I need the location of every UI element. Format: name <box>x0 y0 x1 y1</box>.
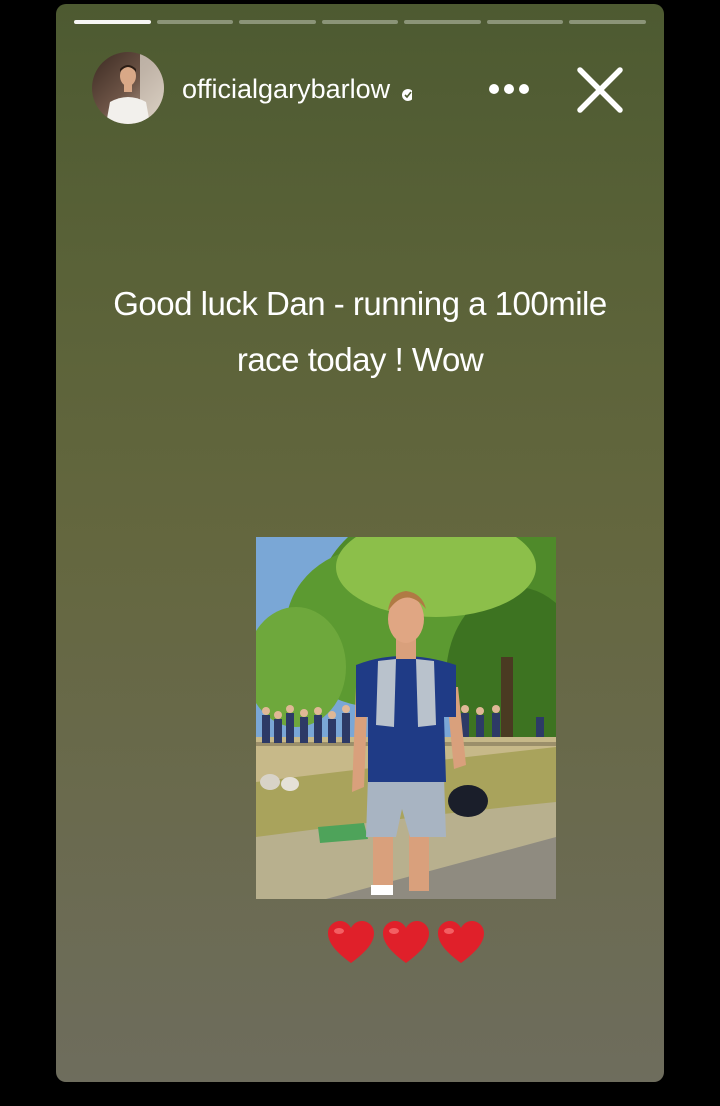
heart-icon <box>328 921 374 963</box>
progress-segment <box>239 20 316 24</box>
progress-segment <box>156 20 234 24</box>
story-card[interactable]: officialgarybarlow Good luck Dan - runni… <box>56 4 664 1082</box>
more-options-button[interactable] <box>480 74 538 104</box>
heart-icon <box>383 921 429 963</box>
caption-line-1: Good luck Dan - running a 100mile <box>113 285 607 322</box>
runner-photo <box>256 537 556 899</box>
heart-icon <box>438 921 484 963</box>
progress-segment <box>321 20 399 24</box>
avatar[interactable] <box>92 52 164 124</box>
close-button[interactable] <box>572 62 628 118</box>
more-options-icon-dot <box>504 84 514 94</box>
story-progress-bar <box>74 20 647 24</box>
caption-line-2: race today ! Wow <box>236 341 484 378</box>
progress-segment <box>486 20 564 24</box>
progress-segment <box>569 20 647 24</box>
more-options-icon <box>489 84 499 94</box>
more-options-icon-dot <box>519 84 529 94</box>
story-viewer: officialgarybarlow Good luck Dan - runni… <box>0 0 720 1106</box>
story-header: officialgarybarlow <box>92 52 632 124</box>
progress-segment <box>74 20 151 24</box>
story-caption: Good luck Dan - running a 100mile race t… <box>86 276 634 388</box>
close-icon <box>577 67 623 113</box>
username-text: officialgarybarlow <box>182 74 391 104</box>
verified-badge-icon <box>401 81 414 101</box>
heart-emoji-row <box>326 918 486 974</box>
progress-segment <box>404 20 481 24</box>
username[interactable]: officialgarybarlow <box>182 74 448 104</box>
